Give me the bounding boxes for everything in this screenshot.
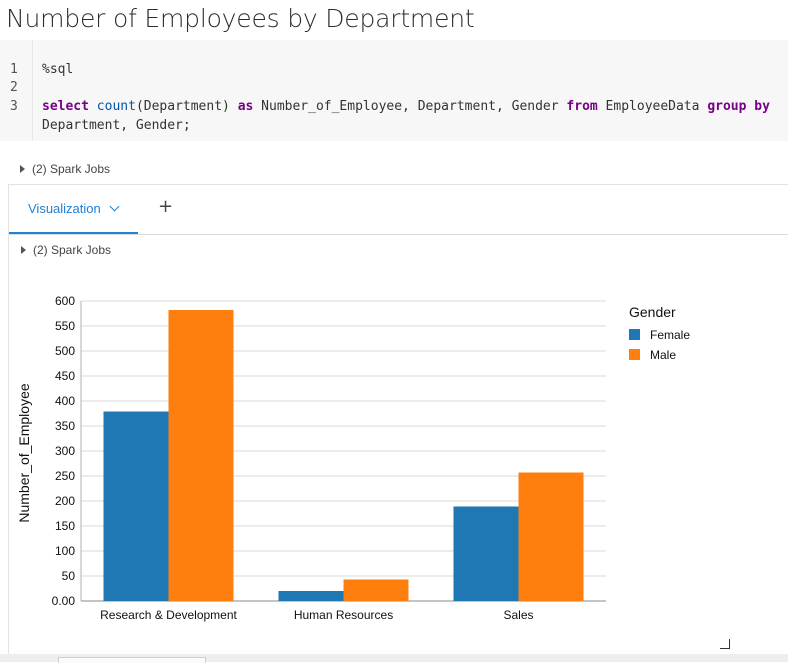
caret-right-icon — [21, 246, 26, 254]
bottom-control — [58, 657, 206, 663]
results-tabbar: Visualization + — [9, 185, 788, 235]
line-number: 1 — [10, 62, 18, 77]
code-text: Number_of_Employee, Department, Gender — [253, 99, 567, 114]
spark-jobs-label: (2) Spark Jobs — [32, 162, 111, 176]
resize-handle[interactable] — [720, 639, 730, 649]
code-text: (Department) — [135, 99, 238, 114]
spark-jobs-label: (2) Spark Jobs — [33, 243, 112, 257]
spark-jobs-toggle[interactable]: (2) Spark Jobs — [20, 162, 110, 176]
code-line-query: select count(Department) as Number_of_Em… — [42, 99, 770, 114]
function-count: count — [96, 99, 136, 114]
keyword-select: select — [42, 99, 89, 114]
chevron-down-icon[interactable] — [109, 201, 120, 212]
code-text: EmployeeData — [597, 99, 708, 114]
add-tab-button[interactable]: + — [158, 197, 173, 217]
line-number: 3 — [10, 99, 18, 114]
tab-visualization[interactable]: Visualization — [9, 185, 138, 234]
caret-right-icon — [20, 165, 25, 173]
spark-jobs-toggle-inner[interactable]: (2) Spark Jobs — [21, 243, 111, 257]
code-line-wrap: Department, Gender; — [42, 118, 191, 133]
line-number: 2 — [10, 80, 18, 95]
page-title: Number of Employees by Department — [6, 4, 475, 33]
code-cell[interactable]: 1 2 3 %sql select count(Department) as N… — [0, 40, 788, 141]
keyword-from: from — [566, 99, 598, 114]
keyword-group-by: group by — [707, 99, 770, 114]
results-panel: Visualization + (2) Spark Jobs — [8, 184, 788, 655]
keyword-as: as — [237, 99, 254, 114]
code-line-magic: %sql — [42, 62, 74, 77]
tab-visualization-label: Visualization — [28, 201, 101, 216]
